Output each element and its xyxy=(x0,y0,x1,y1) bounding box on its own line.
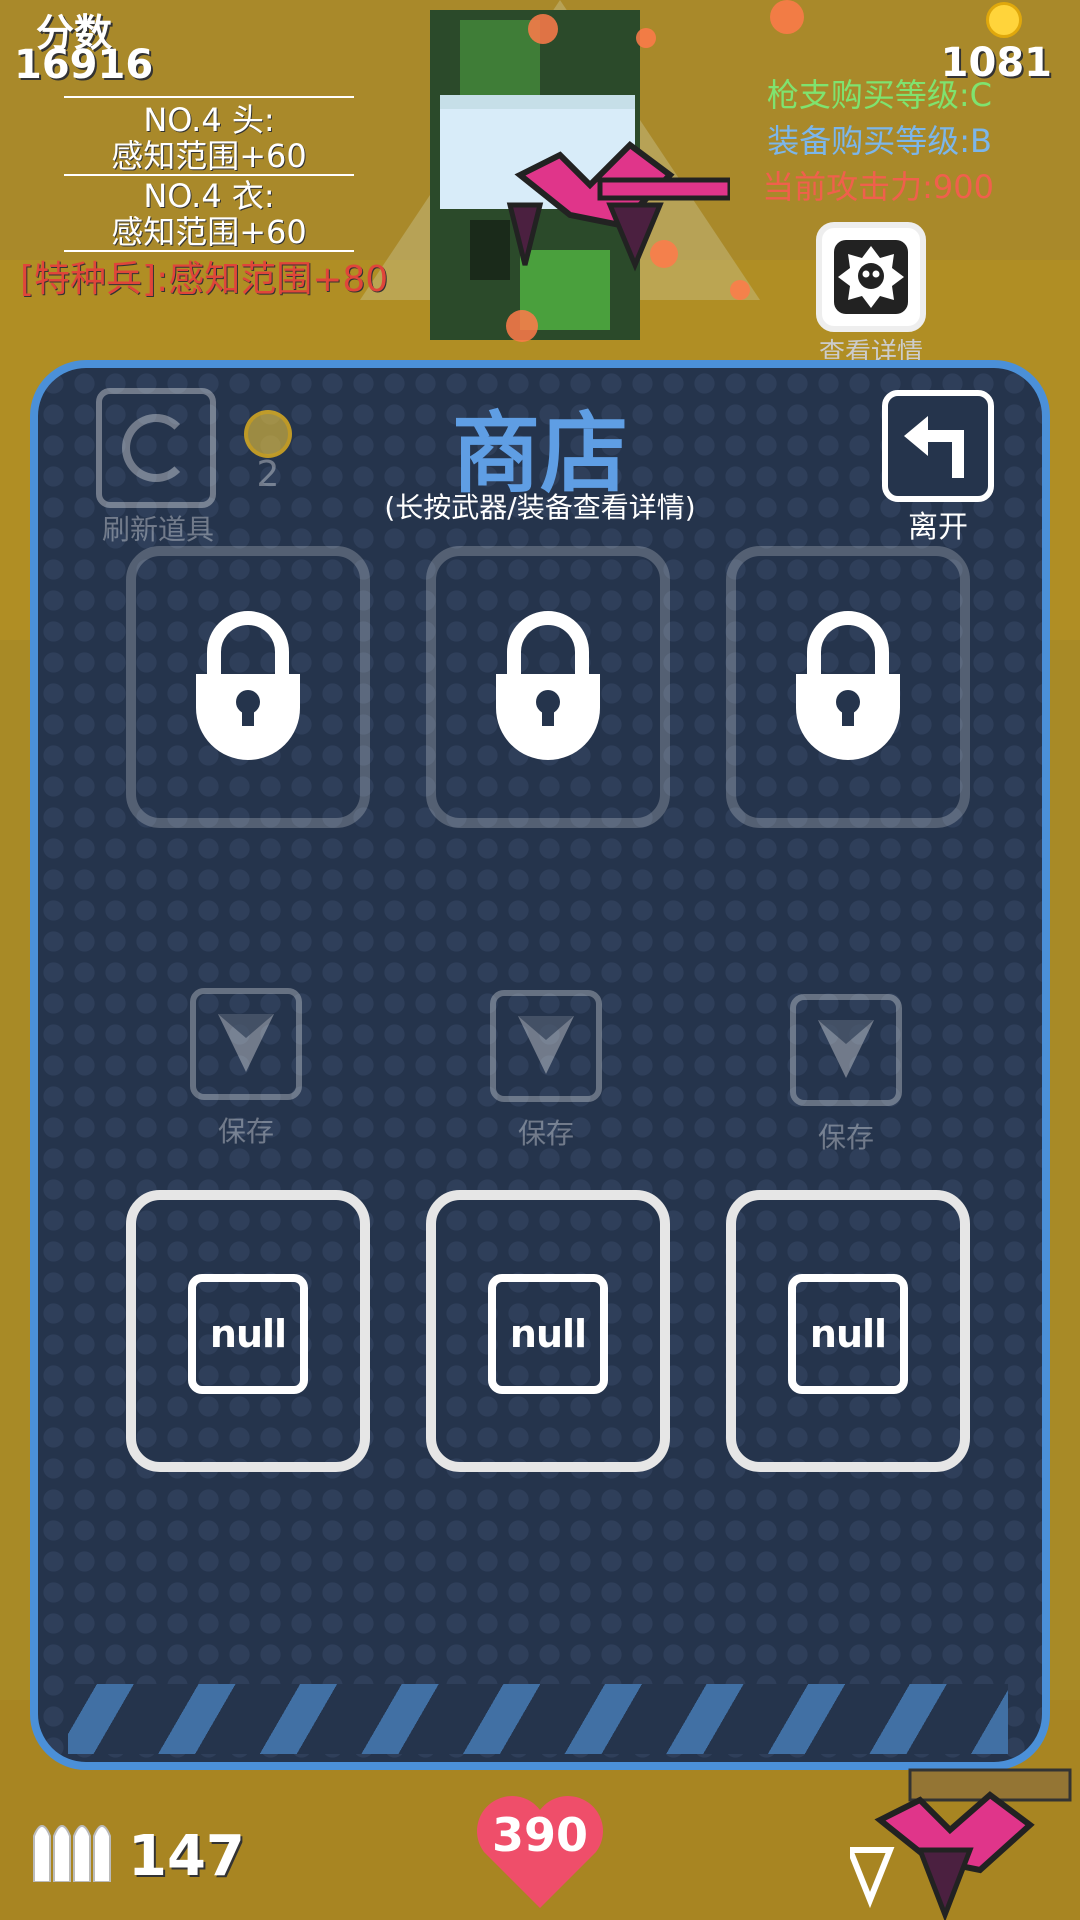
locked-item-slot[interactable] xyxy=(126,546,370,828)
locked-item-slot[interactable] xyxy=(726,546,970,828)
down-arrow-icon xyxy=(518,1016,574,1074)
empty-item-placeholder: null xyxy=(488,1274,608,1394)
spark-particle xyxy=(730,280,750,300)
lock-icon xyxy=(196,611,300,760)
save-label: 保存 xyxy=(217,1115,274,1148)
equip-head-title: NO.4 头: xyxy=(143,101,275,139)
down-arrow-icon xyxy=(818,1020,874,1078)
lock-icon xyxy=(796,611,900,760)
leave-label: 离开 xyxy=(908,510,968,545)
refresh-icon xyxy=(122,414,190,482)
refresh-items-button[interactable] xyxy=(96,388,216,508)
divider xyxy=(64,96,354,98)
health-value: 390 xyxy=(491,1808,589,1862)
down-arrow-icon xyxy=(218,1014,274,1072)
locked-item-slot[interactable] xyxy=(426,546,670,828)
save-button[interactable] xyxy=(490,990,602,1102)
save-label: 保存 xyxy=(817,1121,874,1154)
view-details-button[interactable] xyxy=(816,222,926,332)
score-value: 16916 xyxy=(14,42,154,88)
inventory-slot[interactable]: null xyxy=(426,1190,670,1472)
spark-particle xyxy=(506,310,538,342)
spark-particle xyxy=(528,14,558,44)
attack-power-text: 当前攻击力:900 xyxy=(762,168,994,206)
enemy-character xyxy=(506,141,730,272)
lock-icon xyxy=(496,611,600,760)
divider xyxy=(64,174,354,176)
ammo-count: 147 xyxy=(128,1824,245,1889)
coin-icon xyxy=(244,410,292,458)
gun-level-text: 枪支购买等级:C xyxy=(766,76,992,114)
skull-badge-icon xyxy=(834,240,908,314)
equip-head-bonus: 感知范围+60 xyxy=(111,137,307,175)
spark-particle xyxy=(636,28,656,48)
return-arrow-icon xyxy=(904,416,964,478)
save-label: 保存 xyxy=(517,1117,574,1150)
equip-body-bonus: 感知范围+60 xyxy=(111,213,307,251)
refresh-items-label: 刷新道具 xyxy=(101,513,214,546)
hazard-stripes xyxy=(68,1684,1008,1754)
refresh-cost: 2 xyxy=(256,454,280,495)
ammo-icon xyxy=(33,1825,111,1882)
coin-icon xyxy=(986,2,1022,38)
equip-body-title: NO.4 衣: xyxy=(143,177,275,215)
equip-level-text: 装备购买等级:B xyxy=(767,122,992,160)
empty-item-placeholder: null xyxy=(188,1274,308,1394)
empty-item-placeholder: null xyxy=(788,1274,908,1394)
inventory-slot[interactable]: null xyxy=(726,1190,970,1472)
player-character xyxy=(850,1768,1072,1920)
save-button[interactable] xyxy=(790,994,902,1106)
inventory-slot[interactable]: null xyxy=(126,1190,370,1472)
save-button[interactable] xyxy=(190,988,302,1100)
leave-button[interactable] xyxy=(882,390,994,502)
shop-panel: 商店 (长按武器/装备查看详情) 刷新道具 2 离开 保存 保存 保存 null… xyxy=(30,360,1050,1770)
spark-particle xyxy=(770,0,804,34)
special-bonus-text: [特种兵]:感知范围+80 xyxy=(20,259,389,300)
